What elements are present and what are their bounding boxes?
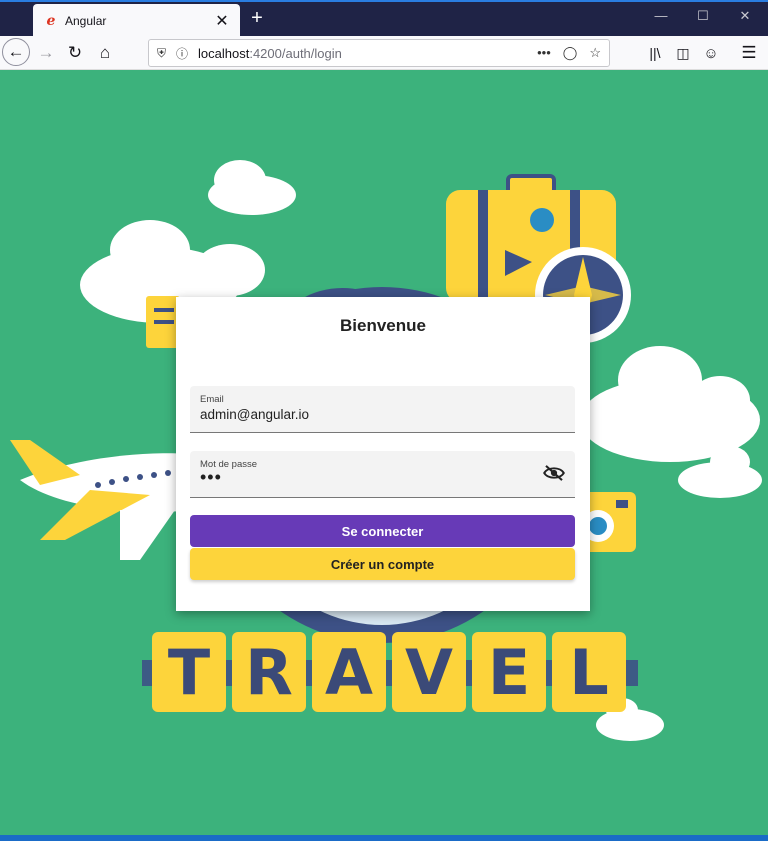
new-tab-button[interactable]: + bbox=[246, 7, 268, 30]
maximize-icon[interactable]: ☐ bbox=[688, 8, 718, 24]
tab-title: Angular bbox=[65, 14, 107, 28]
account-icon[interactable]: ☺ bbox=[698, 40, 724, 66]
library-icon[interactable]: ||\ bbox=[642, 40, 668, 66]
info-icon[interactable]: ⓘ bbox=[176, 45, 188, 62]
email-field[interactable]: Email bbox=[190, 386, 575, 433]
tile-letter: E bbox=[488, 636, 530, 709]
page-background: TRAVEL Bienvenue Email Mot de passe ••• … bbox=[0, 70, 768, 835]
bookmark-star-icon[interactable]: ☆ bbox=[589, 45, 601, 61]
reload-icon[interactable]: ↻ bbox=[62, 40, 88, 66]
tile-letter: V bbox=[405, 636, 453, 709]
angular-favicon-icon: e bbox=[46, 13, 56, 29]
taskbar-edge bbox=[0, 835, 768, 841]
tile-letter: R bbox=[245, 636, 293, 709]
visibility-off-icon[interactable] bbox=[543, 465, 565, 481]
cloud-icon bbox=[580, 346, 760, 462]
minimize-icon[interactable]: — bbox=[646, 8, 676, 23]
page-actions-icon[interactable]: ••• bbox=[537, 45, 551, 61]
login-button[interactable]: Se connecter bbox=[190, 515, 575, 547]
url-path: :4200/auth/login bbox=[249, 45, 342, 61]
browser-toolbar: ← → ↻ ⌂ ⛨ ⓘ localhost:4200/auth/login ••… bbox=[0, 36, 768, 70]
ticket-icon bbox=[146, 296, 180, 348]
tab-close-icon[interactable]: ✕ bbox=[212, 11, 232, 31]
cloud-icon bbox=[208, 160, 296, 215]
browser-tab[interactable]: e Angular ✕ bbox=[33, 4, 240, 38]
url-text[interactable]: localhost:4200/auth/login bbox=[198, 46, 537, 61]
pocket-icon[interactable]: ◯ bbox=[563, 45, 578, 61]
login-title: Bienvenue bbox=[340, 316, 426, 335]
create-account-button[interactable]: Créer un compte bbox=[190, 548, 575, 580]
url-host: localhost bbox=[198, 45, 250, 61]
shield-icon[interactable]: ⛨ bbox=[157, 46, 166, 61]
sidebar-icon[interactable]: ◫ bbox=[670, 40, 696, 66]
menu-icon[interactable]: ☰ bbox=[736, 40, 762, 66]
address-bar[interactable]: ⛨ ⓘ localhost:4200/auth/login ••• ◯ ☆ bbox=[148, 39, 610, 67]
home-icon[interactable]: ⌂ bbox=[92, 40, 118, 66]
tile-letter: T bbox=[168, 636, 210, 709]
tile-letter: A bbox=[325, 636, 373, 709]
password-input[interactable]: ••• bbox=[200, 467, 530, 488]
browser-tab-bar: e Angular ✕ + — ☐ ✕ bbox=[0, 0, 768, 38]
email-input[interactable] bbox=[200, 407, 530, 422]
password-field[interactable]: Mot de passe ••• bbox=[190, 451, 575, 498]
airplane-icon bbox=[10, 440, 200, 560]
email-label: Email bbox=[200, 394, 224, 405]
back-arrow-icon[interactable]: ← bbox=[2, 38, 30, 66]
camera-icon bbox=[582, 492, 636, 552]
forward-arrow-icon[interactable]: → bbox=[33, 40, 59, 66]
tile-letter: L bbox=[569, 636, 609, 709]
close-window-icon[interactable]: ✕ bbox=[730, 8, 760, 24]
login-card: Bienvenue Email Mot de passe ••• Se conn… bbox=[176, 297, 590, 611]
